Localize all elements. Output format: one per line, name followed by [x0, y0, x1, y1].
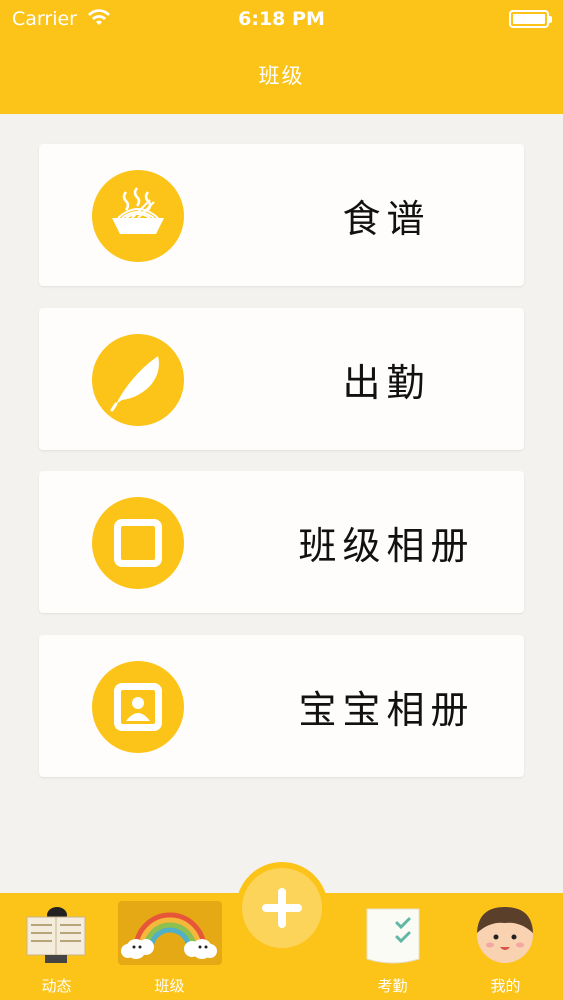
- photo-frame-icon: [92, 497, 184, 589]
- menu-item-label: 食谱: [342, 196, 431, 241]
- menu-item-recipe[interactable]: 食谱: [39, 144, 524, 286]
- tab-feed[interactable]: 动态: [5, 893, 108, 1000]
- tab-profile[interactable]: 我的: [454, 893, 557, 1000]
- menu-item-class-album[interactable]: 班级相册: [39, 471, 524, 613]
- menu-item-attendance[interactable]: 出勤: [39, 308, 524, 450]
- menu-item-baby-album[interactable]: 宝宝相册: [39, 635, 524, 777]
- battery-icon: [509, 10, 552, 28]
- status-time: 6:18 PM: [238, 8, 325, 30]
- tab-label: 动态: [41, 977, 72, 995]
- menu-item-label: 出勤: [342, 360, 431, 405]
- tab-label: 班级: [154, 977, 185, 995]
- noodle-bowl-icon: [92, 170, 184, 262]
- menu-item-label: 宝宝相册: [298, 687, 475, 732]
- tab-label: 我的: [490, 977, 521, 995]
- page-title: 班级: [258, 64, 305, 88]
- portrait-frame-icon: [92, 661, 184, 753]
- feather-icon: [92, 334, 184, 426]
- plus-icon: [262, 888, 302, 928]
- add-button-inner: [242, 868, 322, 948]
- status-bar: Carrier 6:18 PM: [0, 0, 563, 40]
- tab-label: 考勤: [377, 977, 408, 995]
- menu-item-label: 班级相册: [298, 523, 475, 568]
- tab-class[interactable]: 班级: [118, 893, 221, 1000]
- tab-attendance[interactable]: 考勤: [341, 893, 444, 1000]
- add-button[interactable]: [236, 862, 328, 954]
- navigation-bar: Carrier 6:18 PM 班级: [0, 0, 563, 114]
